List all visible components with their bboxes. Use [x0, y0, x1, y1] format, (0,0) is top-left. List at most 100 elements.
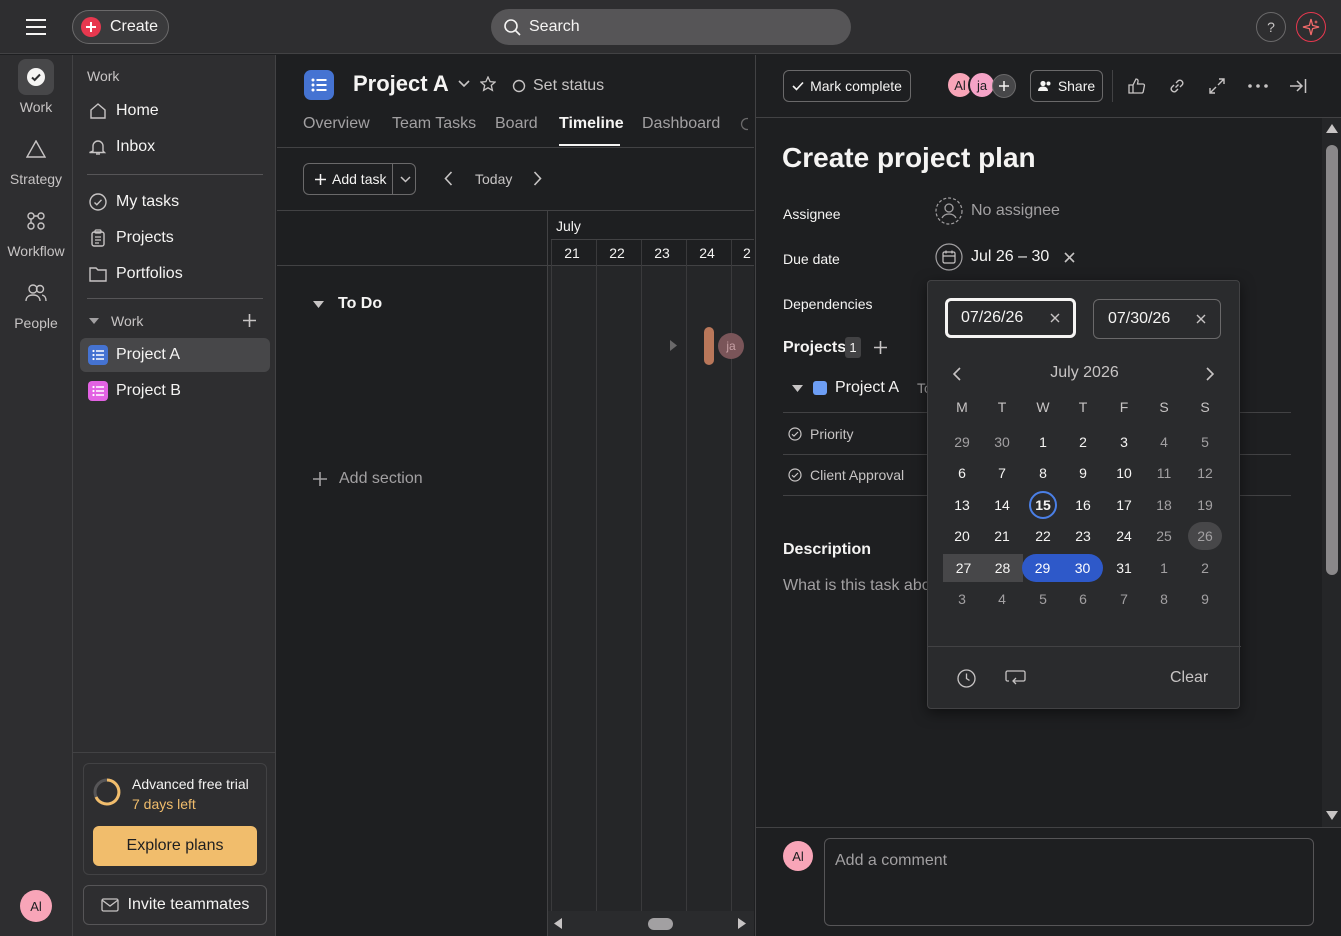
calendar-day[interactable]: 10 [1107, 459, 1141, 487]
add-task-button[interactable]: Add task [303, 163, 416, 195]
ai-sparkle-icon[interactable] [1296, 12, 1326, 42]
calendar-day[interactable]: 30 [1062, 554, 1103, 582]
calendar-day[interactable]: 23 [1066, 522, 1100, 550]
work-group-toggle[interactable]: Work [89, 313, 143, 329]
calendar-day[interactable]: 7 [985, 459, 1019, 487]
scroll-thumb[interactable] [1326, 145, 1338, 575]
calendar-day[interactable]: 14 [985, 491, 1019, 519]
sidebar-item-projects[interactable]: Projects [80, 221, 270, 255]
assignee-field[interactable]: No assignee [935, 197, 1060, 225]
calendar-day[interactable]: 29 [945, 428, 979, 456]
calendar-day[interactable]: 9 [1066, 459, 1100, 487]
scroll-thumb[interactable] [648, 918, 673, 930]
tab-board[interactable]: Board [495, 115, 538, 133]
clear-start-date-icon[interactable] [1050, 313, 1060, 323]
next-month-icon[interactable] [1206, 367, 1214, 381]
calendar-day[interactable]: 31 [1107, 554, 1141, 582]
caret-right-icon[interactable] [670, 340, 677, 351]
chevron-left-icon[interactable] [444, 171, 453, 186]
project-row[interactable]: Project A To [792, 379, 932, 397]
calendar-day[interactable]: 26 [1188, 522, 1222, 550]
end-date-input[interactable]: 07/30/26 [1093, 299, 1221, 339]
calendar-day[interactable]: 25 [1147, 522, 1181, 550]
user-avatar[interactable]: Al [20, 890, 52, 922]
sidebar-item-inbox[interactable]: Inbox [80, 130, 270, 164]
calendar-day[interactable]: 12 [1188, 459, 1222, 487]
create-button[interactable]: Create [72, 10, 169, 44]
calendar-day[interactable]: 3 [1107, 428, 1141, 456]
tab-overview[interactable]: Overview [303, 115, 370, 133]
link-icon[interactable] [1168, 77, 1186, 95]
rail-item-people[interactable]: People [0, 275, 72, 331]
calendar-day[interactable]: 20 [945, 522, 979, 550]
calendar-day[interactable]: 15 [1029, 491, 1057, 519]
comment-input[interactable]: Add a comment [824, 838, 1314, 926]
calendar-day[interactable]: 9 [1188, 585, 1222, 613]
calendar-day[interactable]: 8 [1026, 459, 1060, 487]
close-pane-icon[interactable] [1289, 77, 1307, 95]
calendar-day[interactable]: 4 [985, 585, 1019, 613]
scroll-right-icon[interactable] [738, 918, 746, 929]
tab-team-tasks[interactable]: Team Tasks [392, 115, 476, 133]
thumbs-up-icon[interactable] [1128, 77, 1146, 95]
calendar-day[interactable]: 13 [945, 491, 979, 519]
calendar-day[interactable]: 4 [1147, 428, 1181, 456]
field-priority[interactable]: Priority [788, 426, 854, 442]
set-status-button[interactable]: Set status [512, 77, 604, 95]
task-title[interactable]: Create project plan [782, 142, 1036, 174]
today-button[interactable]: Today [475, 171, 512, 187]
add-project-icon[interactable] [243, 314, 256, 327]
calendar-day[interactable]: 6 [1066, 585, 1100, 613]
tab-timeline[interactable]: Timeline [559, 115, 624, 133]
rail-item-workflow[interactable]: Workflow [0, 203, 72, 259]
scroll-up-icon[interactable] [1326, 124, 1338, 133]
scroll-down-icon[interactable] [1326, 811, 1338, 820]
help-icon[interactable]: ? [1256, 12, 1286, 42]
search-input[interactable]: Search [491, 9, 851, 45]
calendar-day[interactable]: 24 [1107, 522, 1141, 550]
calendar-day[interactable]: 27 [943, 554, 984, 582]
section-to-do[interactable]: To Do [313, 295, 382, 313]
scroll-left-icon[interactable] [554, 918, 562, 929]
chevron-down-icon[interactable] [458, 80, 470, 88]
calendar-day[interactable]: 2 [1066, 428, 1100, 456]
chevron-down-icon[interactable] [400, 176, 411, 183]
vertical-scrollbar[interactable] [1322, 118, 1341, 827]
calendar-day[interactable]: 2 [1188, 554, 1222, 582]
sidebar-item-project-a[interactable]: Project A [80, 338, 270, 372]
invite-teammates-button[interactable]: Invite teammates [83, 885, 267, 925]
star-icon[interactable] [480, 76, 496, 92]
clear-end-date-icon[interactable] [1196, 314, 1206, 324]
calendar-day[interactable]: 5 [1188, 428, 1222, 456]
explore-plans-button[interactable]: Explore plans [93, 826, 257, 866]
calendar-day[interactable]: 21 [985, 522, 1019, 550]
calendar-day[interactable]: 29 [1022, 554, 1063, 582]
chevron-right-icon[interactable] [533, 171, 542, 186]
add-section-button[interactable]: Add section [313, 470, 423, 488]
add-collaborator-icon[interactable] [992, 74, 1016, 98]
description-input[interactable]: What is this task abo [783, 577, 931, 595]
start-date-input[interactable]: 07/26/26 [945, 298, 1076, 338]
menu-icon[interactable] [22, 14, 50, 40]
calendar-day[interactable]: 6 [945, 459, 979, 487]
calendar-day[interactable]: 7 [1107, 585, 1141, 613]
repeat-icon[interactable] [1005, 670, 1026, 687]
add-project-icon[interactable] [874, 341, 887, 354]
horizontal-scrollbar[interactable] [548, 911, 754, 936]
sidebar-item-home[interactable]: Home [80, 94, 270, 128]
rail-item-work[interactable]: Work [0, 59, 72, 115]
clear-due-date-icon[interactable] [1064, 252, 1075, 263]
calendar-day[interactable]: 8 [1147, 585, 1181, 613]
more-options-icon[interactable] [1248, 84, 1268, 88]
sidebar-item-my-tasks[interactable]: My tasks [80, 185, 270, 219]
calendar-day[interactable]: 18 [1147, 491, 1181, 519]
project-title[interactable]: Project A [353, 71, 449, 97]
expand-icon[interactable] [1208, 77, 1226, 95]
clear-button[interactable]: Clear [1170, 669, 1208, 687]
calendar-day[interactable]: 28 [982, 554, 1023, 582]
calendar-day[interactable]: 5 [1026, 585, 1060, 613]
sidebar-item-project-b[interactable]: Project B [80, 374, 270, 408]
field-client-approval[interactable]: Client Approval [788, 467, 904, 483]
calendar-day[interactable]: 30 [985, 428, 1019, 456]
calendar-day[interactable]: 22 [1026, 522, 1060, 550]
